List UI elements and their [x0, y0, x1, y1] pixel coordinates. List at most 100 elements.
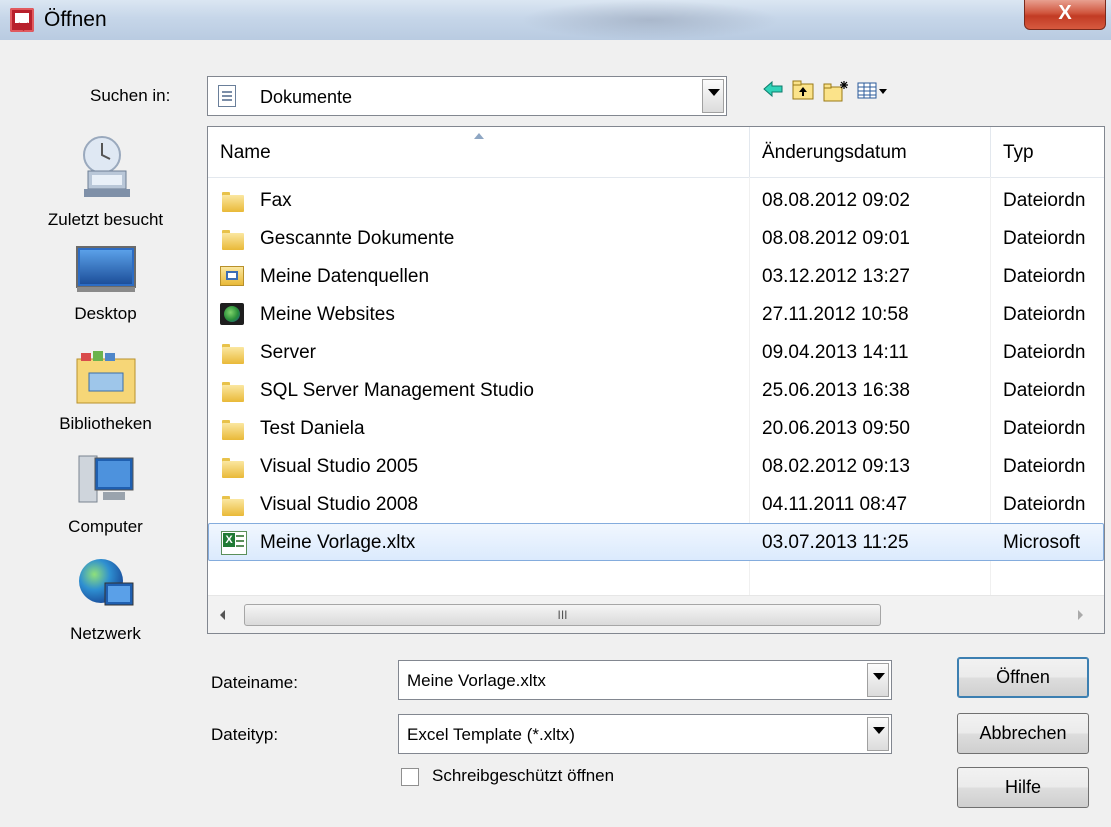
file-row[interactable]: Visual Studio 2008 04.11.2011 08:47 Date…	[208, 486, 1104, 524]
place-network[interactable]: Netzwerk	[18, 553, 193, 644]
file-type: Dateiordn	[1003, 494, 1086, 515]
folder-icon	[222, 342, 244, 364]
filetype-combo[interactable]: Excel Template (*.xltx)	[398, 714, 892, 754]
title-bar-glow	[520, 0, 780, 40]
close-button[interactable]: X	[1024, 0, 1106, 30]
file-name: Test Daniela	[260, 418, 365, 439]
place-computer[interactable]: Computer	[18, 452, 193, 537]
recent-places-icon	[18, 131, 193, 206]
readonly-checkbox[interactable]	[401, 768, 419, 786]
file-name: SQL Server Management Studio	[260, 380, 534, 401]
folder-icon	[222, 380, 244, 402]
file-type: Dateiordn	[1003, 266, 1086, 287]
folder-icon	[222, 456, 244, 478]
back-arrow-icon[interactable]	[760, 79, 786, 101]
file-date: 04.11.2011 08:47	[762, 494, 908, 515]
place-label: Zuletzt besucht	[47, 210, 164, 229]
window-title: Öffnen	[44, 8, 107, 31]
cancel-button[interactable]: Abbrechen	[957, 713, 1089, 754]
file-row[interactable]: Server 09.04.2013 14:11 Dateiordn	[208, 334, 1104, 372]
folder-icon	[222, 494, 244, 516]
excel-file-icon	[221, 531, 247, 555]
filename-combo[interactable]: Meine Vorlage.xltx	[398, 660, 892, 700]
filetype-value: Excel Template (*.xltx)	[407, 725, 575, 744]
horizontal-scrollbar[interactable]: III	[208, 595, 1104, 633]
file-row[interactable]: Gescannte Dokumente 08.08.2012 09:01 Dat…	[208, 220, 1104, 258]
documents-icon	[218, 85, 236, 107]
file-name: Meine Datenquellen	[260, 266, 430, 287]
chevron-down-icon[interactable]	[702, 79, 724, 113]
folder-icon	[222, 190, 244, 212]
lookin-value: Dokumente	[260, 87, 353, 107]
filename-label: Dateiname:	[211, 673, 298, 692]
file-date: 08.08.2012 09:01	[762, 228, 910, 249]
chevron-down-icon[interactable]	[867, 717, 889, 751]
file-row[interactable]: Fax 08.08.2012 09:02 Dateiordn	[208, 182, 1104, 220]
filename-value[interactable]: Meine Vorlage.xltx	[407, 671, 546, 691]
file-type: Dateiordn	[1003, 342, 1086, 363]
sort-ascending-icon	[474, 133, 484, 139]
chevron-down-icon[interactable]	[867, 663, 889, 697]
view-menu-icon[interactable]	[855, 79, 891, 101]
file-list-header: Name Änderungsdatum Typ	[208, 127, 1104, 178]
help-button[interactable]: Hilfe	[957, 767, 1089, 808]
file-type: Dateiordn	[1003, 380, 1086, 401]
scroll-left-icon[interactable]	[220, 610, 225, 620]
file-row[interactable]: Meine Websites 27.11.2012 10:58 Dateiord…	[208, 296, 1104, 334]
place-label: Computer	[68, 517, 143, 536]
file-type: Microsoft	[1003, 532, 1081, 553]
libraries-icon	[18, 349, 193, 410]
file-type: Dateiordn	[1003, 456, 1086, 477]
new-folder-icon[interactable]	[822, 79, 848, 102]
file-name: Fax	[260, 190, 292, 211]
file-date: 08.02.2012 09:13	[762, 456, 910, 477]
file-row[interactable]: Visual Studio 2005 08.02.2012 09:13 Date…	[208, 448, 1104, 486]
place-label: Netzwerk	[70, 624, 141, 643]
file-date: 27.11.2012 10:58	[762, 304, 909, 325]
readonly-label[interactable]: Schreibgeschützt öffnen	[432, 766, 614, 786]
lookin-label: Suchen in:	[90, 86, 171, 105]
file-type: Dateiordn	[1003, 228, 1086, 249]
folder-icon	[222, 418, 244, 440]
file-name: Server	[260, 342, 316, 363]
place-label: Desktop	[74, 304, 137, 323]
up-folder-icon[interactable]	[790, 79, 816, 101]
filetype-label: Dateityp:	[211, 725, 279, 744]
file-name: Visual Studio 2005	[260, 456, 419, 477]
file-type: Dateiordn	[1003, 418, 1086, 439]
file-type: Dateiordn	[1003, 190, 1086, 211]
special-folder-icon	[220, 266, 244, 286]
place-desktop[interactable]: Desktop	[18, 245, 193, 324]
file-date: 08.08.2012 09:02	[762, 190, 910, 211]
file-date: 09.04.2013 14:11	[762, 342, 909, 363]
title-bar: Öffnen X	[0, 0, 1111, 40]
file-list[interactable]: Name Änderungsdatum Typ Fax 08.08.2012 0…	[207, 126, 1105, 634]
network-icon	[18, 553, 193, 620]
file-date: 03.12.2012 13:27	[762, 266, 910, 287]
file-name: Meine Websites	[260, 304, 395, 325]
desktop-icon	[18, 245, 193, 300]
place-label: Bibliotheken	[59, 414, 152, 433]
file-date: 25.06.2013 16:38	[762, 380, 910, 401]
file-name: Meine Vorlage.xltx	[260, 532, 416, 553]
file-date: 20.06.2013 09:50	[762, 418, 910, 439]
file-name: Gescannte Dokumente	[260, 228, 455, 249]
computer-icon	[18, 452, 193, 513]
file-row-selected[interactable]: Meine Vorlage.xltx 03.07.2013 11:25 Micr…	[208, 523, 1104, 561]
file-row[interactable]: SQL Server Management Studio 25.06.2013 …	[208, 372, 1104, 410]
file-name: Visual Studio 2008	[260, 494, 419, 515]
column-header-date[interactable]: Änderungsdatum	[750, 127, 990, 177]
scroll-right-icon[interactable]	[1078, 610, 1083, 620]
lookin-combo[interactable]: Dokumente	[207, 76, 727, 116]
file-row[interactable]: Meine Datenquellen 03.12.2012 13:27 Date…	[208, 258, 1104, 296]
place-libraries[interactable]: Bibliotheken	[18, 349, 193, 434]
open-button[interactable]: Öffnen	[957, 657, 1089, 698]
place-recent[interactable]: Zuletzt besucht	[18, 131, 193, 230]
file-date: 03.07.2013 11:25	[762, 532, 909, 553]
column-header-type[interactable]: Typ	[991, 127, 1104, 177]
web-folder-icon	[220, 303, 244, 325]
folder-icon	[222, 228, 244, 250]
file-type: Dateiordn	[1003, 304, 1086, 325]
file-row[interactable]: Test Daniela 20.06.2013 09:50 Dateiordn	[208, 410, 1104, 448]
scrollbar-thumb[interactable]: III	[244, 604, 881, 626]
